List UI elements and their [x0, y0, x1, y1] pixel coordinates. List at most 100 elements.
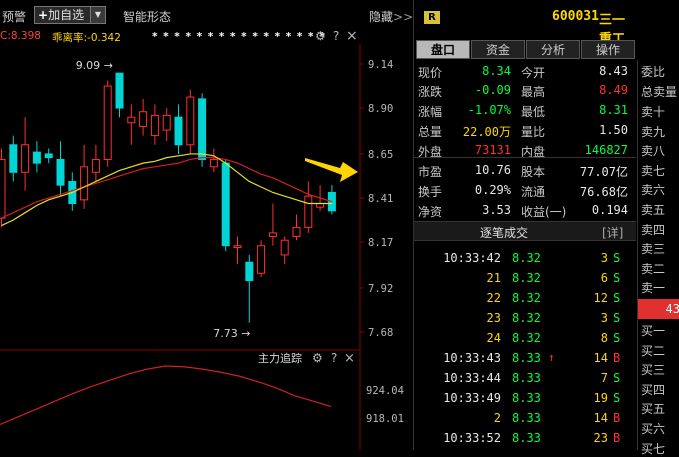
quote-value: 10.76 — [474, 163, 511, 177]
kline-chart[interactable]: 9.148.908.658.418.177.927.689.09 →7.73 →主力… — [0, 44, 413, 450]
quote-value: 22.00万 — [462, 125, 511, 139]
trade-row: 10:33:49 8.33 19 S — [414, 388, 636, 408]
quote-row: 涨跌 -0.09 最高 8.49 — [414, 80, 636, 100]
trade-volume: 6 — [600, 271, 608, 285]
orderbook-sell-level: 卖三 — [641, 242, 666, 257]
indicator-stars: * * * * * * * * * * * * * * * * — [152, 31, 326, 43]
yellow-arrow-icon — [305, 158, 358, 182]
candle-body — [9, 144, 18, 173]
tab-analysis[interactable]: 分析 — [526, 40, 580, 59]
quote-label: 最低 — [521, 105, 546, 119]
candle — [32, 141, 41, 173]
alert-button[interactable]: 预警 — [2, 8, 26, 25]
candle — [21, 117, 30, 191]
tab-operation[interactable]: 操作 — [581, 40, 635, 59]
y-tick-label: 7.68 — [368, 327, 393, 339]
trade-price: 8.32 — [512, 331, 541, 345]
candle — [268, 203, 277, 246]
trade-side: S — [613, 311, 621, 325]
trade-side: S — [613, 291, 621, 305]
trade-row: 10:33:43 8.33 ↑ 14 B — [414, 348, 636, 368]
candle — [304, 181, 313, 233]
candle — [233, 236, 242, 265]
candle — [44, 148, 53, 164]
orderbook-sell-level: 卖八 — [641, 144, 666, 159]
trade-row: 23 8.32 3 S — [414, 308, 636, 328]
trade-volume: 19 — [593, 391, 608, 405]
trade-time: 2 — [493, 411, 501, 425]
price-annotation: 7.73 — [213, 327, 238, 340]
tab-funds[interactable]: 资金 — [471, 40, 525, 59]
candle-body — [280, 239, 289, 256]
trade-time: 23 — [486, 311, 501, 325]
smart-shape-button[interactable]: 智能形态 — [123, 8, 171, 25]
orderbook-summary-label: 委比 — [641, 65, 666, 79]
orderbook-summary-label: 总卖量 — [641, 85, 678, 99]
quote-row: 涨幅 -1.07% 最低 8.31 — [414, 100, 636, 120]
candle — [139, 98, 148, 136]
trade-price: 8.33 — [512, 351, 541, 365]
trades-detail-link[interactable]: [详] — [602, 224, 623, 241]
candle-body — [268, 232, 277, 238]
candle-body — [292, 226, 301, 238]
quote-value: 73131 — [474, 143, 511, 157]
candle — [198, 93, 207, 167]
orderbook-buy-level: 买五 — [641, 402, 666, 417]
quote-label: 最高 — [521, 85, 546, 99]
tab-orderbook[interactable]: 盘口 — [416, 40, 470, 59]
double-chevron-right-icon: >> — [393, 10, 414, 24]
candle — [150, 104, 159, 145]
quote-label: 净资 — [418, 205, 443, 219]
orderbook-buy-level: 买七 — [641, 441, 666, 456]
quote-label: 涨幅 — [418, 105, 443, 119]
candle — [162, 108, 171, 142]
candle-body — [56, 158, 65, 186]
trade-side: B — [613, 411, 621, 425]
orderbook-sell-level: 卖四 — [641, 222, 666, 237]
candle-body — [32, 151, 41, 164]
candle-body — [221, 162, 230, 247]
hide-button[interactable]: 隐藏>> — [369, 8, 413, 25]
quote-row: 总量 22.00万 量比 1.50 — [414, 120, 636, 140]
indicator-value-c: C:8.398 — [0, 30, 41, 42]
candle — [9, 135, 18, 182]
candle — [127, 104, 136, 145]
gear-icon[interactable]: ⚙ — [315, 29, 326, 43]
quote-value: 8.43 — [599, 64, 628, 78]
chevron-down-icon[interactable]: ▼ — [90, 7, 105, 23]
trade-side: S — [613, 251, 621, 265]
candle — [327, 185, 336, 215]
candle-body — [44, 153, 53, 159]
quote-value: -1.07% — [467, 103, 511, 117]
trade-volume: 8 — [600, 331, 608, 345]
candle-body — [304, 195, 313, 228]
candle — [103, 80, 112, 167]
quote-value: 76.68亿 — [579, 185, 628, 199]
chart-toolbar: 预警 +加自选 ▼ 智能形态 隐藏>> — [0, 0, 413, 30]
trade-volume: 14 — [593, 351, 608, 365]
help-icon[interactable]: ? — [333, 29, 339, 43]
quote-value: 146827 — [584, 143, 628, 157]
indicator-row: C:8.398 乖离率:-0.342 * * * * * * * * * * *… — [0, 30, 360, 44]
help-icon: ? — [331, 351, 337, 365]
trade-time: 24 — [486, 331, 501, 345]
quote-value: 0.194 — [591, 203, 628, 217]
quote-value: 3.53 — [482, 203, 511, 217]
add-watchlist-label: 加自选 — [48, 8, 85, 22]
candle — [91, 144, 100, 182]
orderbook-mid-value: 43 — [638, 299, 679, 319]
candle-body — [150, 114, 159, 137]
quote-value: -0.09 — [474, 83, 511, 97]
candle — [257, 240, 266, 277]
close-icon[interactable]: × — [346, 28, 358, 44]
trade-price: 8.32 — [512, 311, 541, 325]
candle-body — [174, 116, 183, 146]
candle — [292, 214, 301, 241]
candle-body — [209, 158, 218, 168]
trade-time: 10:33:44 — [443, 371, 501, 385]
trade-row: 2 8.33 14 B — [414, 408, 636, 428]
trade-row: 10:33:52 8.33 23 B — [414, 428, 636, 448]
trade-volume: 3 — [600, 311, 608, 325]
add-watchlist-button[interactable]: +加自选 ▼ — [34, 6, 106, 24]
orderbook-sell-level: 卖五 — [641, 203, 666, 217]
